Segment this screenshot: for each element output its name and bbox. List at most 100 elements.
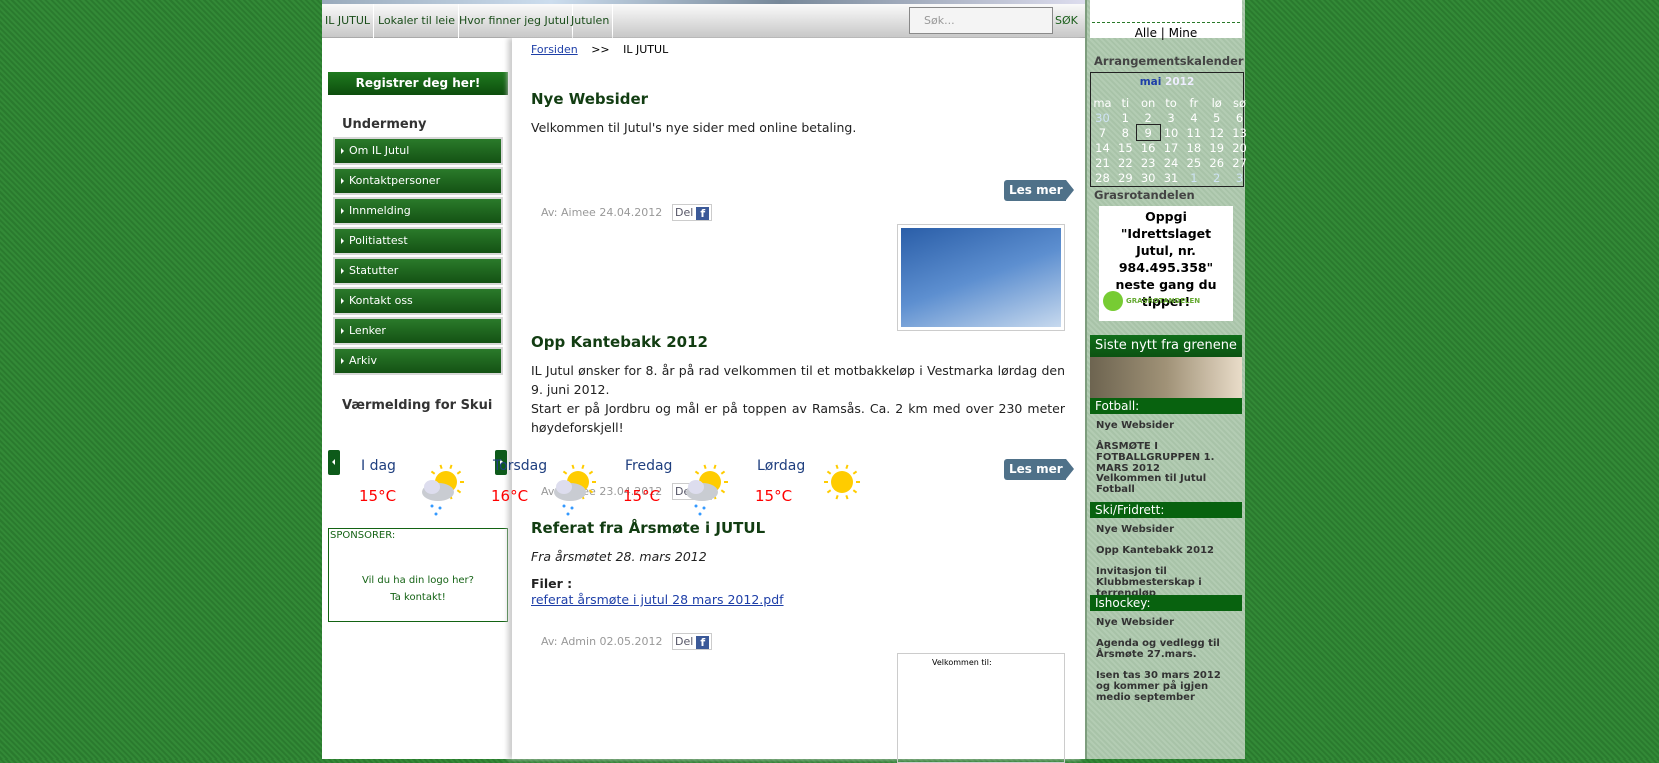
partly-cloudy-rain-icon: [686, 464, 728, 516]
calendar-day[interactable]: 4: [1182, 110, 1205, 125]
calendar-day[interactable]: 30: [1091, 110, 1114, 125]
sponsors-title: SPONSORER:: [330, 530, 396, 541]
calendar-day[interactable]: 18: [1182, 140, 1205, 155]
nav-lokaler[interactable]: Lokaler til leie: [375, 4, 459, 38]
weather-prev-button[interactable]: [328, 450, 340, 475]
calendar-day[interactable]: 27: [1228, 155, 1251, 170]
article-image[interactable]: [897, 224, 1065, 331]
news-link[interactable]: Nye Websider: [1096, 420, 1236, 431]
nav-il-jutul[interactable]: IL JUTUL: [322, 4, 375, 38]
grasrot-box[interactable]: Oppgi "Idrettslaget Jutul, nr. 984.495.3…: [1099, 206, 1233, 321]
file-link[interactable]: referat årsmøte i jutul 28 mars 2012.pdf: [531, 590, 784, 609]
share-label: Del: [675, 206, 694, 219]
calendar-day[interactable]: 6: [1228, 110, 1251, 125]
calendar-day[interactable]: 1: [1182, 170, 1205, 185]
weekday-label: to: [1165, 95, 1177, 110]
submenu-item[interactable]: Innmelding: [333, 197, 503, 225]
calendar-day[interactable]: 22: [1114, 155, 1137, 170]
facebook-icon: f: [696, 206, 710, 220]
calendar-day[interactable]: 1: [1114, 110, 1137, 125]
article-body: Start er på Jordbru og mål er på toppen …: [531, 401, 1065, 435]
nav-hvor-finner[interactable]: Hvor finner jeg Jutul: [456, 4, 574, 38]
grasrot-title: Grasrotandelen: [1094, 188, 1195, 202]
article-subtitle: Fra årsmøtet 28. mars 2012: [531, 549, 707, 564]
share-facebook-button[interactable]: Delf: [672, 633, 713, 650]
login-box: Alle | Mine: [1090, 0, 1242, 40]
calendar-day[interactable]: 9: [1135, 124, 1161, 141]
news-link[interactable]: Nye Websider: [1096, 524, 1236, 535]
submenu-item[interactable]: Kontakt oss: [333, 287, 503, 315]
news-link[interactable]: Opp Kantebakk 2012: [1096, 545, 1236, 556]
article-title[interactable]: Opp Kantebakk 2012: [531, 333, 708, 351]
sun-icon: [824, 464, 860, 500]
submenu-title: Undermeny: [342, 117, 427, 132]
weather-temp: 16°C: [491, 487, 529, 505]
page: IL JUTUL Lokaler til leie Hvor finner je…: [322, 0, 1247, 763]
news-link[interactable]: Isen tas 30 mars 2012 og kommer på igjen…: [1096, 670, 1236, 703]
partly-cloudy-rain-icon: [422, 464, 464, 516]
files-label: Filer :: [531, 576, 573, 591]
calendar-day[interactable]: 23: [1137, 155, 1160, 170]
calendar-day[interactable]: 15: [1114, 140, 1137, 155]
search-input[interactable]: Søk...: [909, 7, 1053, 34]
calendar-day[interactable]: 26: [1205, 155, 1228, 170]
calendar-day[interactable]: 8: [1114, 125, 1137, 140]
article-meta: Av: Aimee 24.04.2012: [541, 206, 663, 219]
calendar-month[interactable]: mai: [1140, 76, 1162, 88]
calendar-day[interactable]: 13: [1228, 125, 1251, 140]
news-banner-image: [1090, 357, 1242, 398]
article-image[interactable]: Velkommen til:: [897, 653, 1065, 763]
calendar-grid: ma ti on to fr lø sø 30 1 2 3 4 5 6 7 8 9 10 11 12 13 14 15 16 1…: [1091, 95, 1251, 185]
grasrot-logo: GRASROTANDELEN: [1103, 291, 1200, 311]
news-link[interactable]: Nye Websider: [1096, 617, 1236, 628]
calendar-day[interactable]: 31: [1160, 170, 1183, 185]
nav-jutulen[interactable]: Jutulen: [568, 4, 614, 38]
calendar-day[interactable]: 3: [1160, 110, 1183, 125]
calendar-day[interactable]: 11: [1182, 125, 1205, 140]
submenu-item[interactable]: Statutter: [333, 257, 503, 285]
submenu-item[interactable]: Kontaktpersoner: [333, 167, 503, 195]
calendar-day[interactable]: 5: [1205, 110, 1228, 125]
news-link[interactable]: Velkommen til Jutul Fotball: [1096, 473, 1236, 495]
calendar-day[interactable]: 14: [1091, 140, 1114, 155]
news-link[interactable]: Agenda og vedlegg til Årsmøte 27.mars.: [1096, 638, 1236, 660]
calendar-day[interactable]: 28: [1091, 170, 1114, 185]
news-category: Ishockey:: [1090, 595, 1242, 611]
calendar-day[interactable]: 2: [1137, 110, 1160, 125]
sponsors-contact[interactable]: Ta kontakt!: [329, 592, 507, 603]
article-title[interactable]: Nye Websider: [531, 90, 648, 108]
submenu-item[interactable]: Om IL Jutul: [333, 137, 503, 165]
calendar-day[interactable]: 19: [1205, 140, 1228, 155]
search-button[interactable]: SØK: [1055, 4, 1078, 38]
news-category: Fotball:: [1090, 398, 1242, 414]
calendar-day[interactable]: 7: [1091, 125, 1114, 140]
weather-day: Torsdag: [493, 458, 548, 474]
news-link[interactable]: ÅRSMØTE I FOTBALLGRUPPEN 1. MARS 2012: [1096, 441, 1236, 474]
submenu-item[interactable]: Politiattest: [333, 227, 503, 255]
all-mine-links[interactable]: Alle | Mine: [1090, 26, 1242, 40]
weekday-label: on: [1141, 95, 1156, 110]
register-button[interactable]: Registrer deg her!: [328, 72, 508, 95]
submenu-item[interactable]: Arkiv: [333, 347, 503, 375]
calendar-day[interactable]: 16: [1137, 140, 1160, 155]
calendar-day[interactable]: 30: [1137, 170, 1160, 185]
calendar-year: 2012: [1165, 76, 1195, 88]
calendar-day[interactable]: 2: [1205, 170, 1228, 185]
calendar-day[interactable]: 29: [1114, 170, 1137, 185]
calendar-day[interactable]: 24: [1160, 155, 1183, 170]
calendar-day[interactable]: 10: [1160, 125, 1183, 140]
breadcrumb-home[interactable]: Forsiden: [531, 43, 578, 56]
calendar-day[interactable]: 17: [1160, 140, 1183, 155]
left-sidebar: Registrer deg her! Undermeny Om IL Jutul…: [322, 38, 512, 759]
calendar-day[interactable]: 12: [1205, 125, 1228, 140]
share-facebook-button[interactable]: Delf: [672, 204, 713, 221]
calendar-day[interactable]: 20: [1228, 140, 1251, 155]
main-content: Forsiden >> IL JUTUL Nye Websider Velkom…: [512, 38, 1085, 763]
calendar-day[interactable]: 25: [1182, 155, 1205, 170]
read-more-button[interactable]: Les mer: [1004, 180, 1074, 201]
read-more-button[interactable]: Les mer: [1004, 459, 1074, 480]
calendar-day[interactable]: 21: [1091, 155, 1114, 170]
submenu-item[interactable]: Lenker: [333, 317, 503, 345]
weather-temp: 15°C: [623, 487, 661, 505]
calendar-day[interactable]: 3: [1228, 170, 1251, 185]
